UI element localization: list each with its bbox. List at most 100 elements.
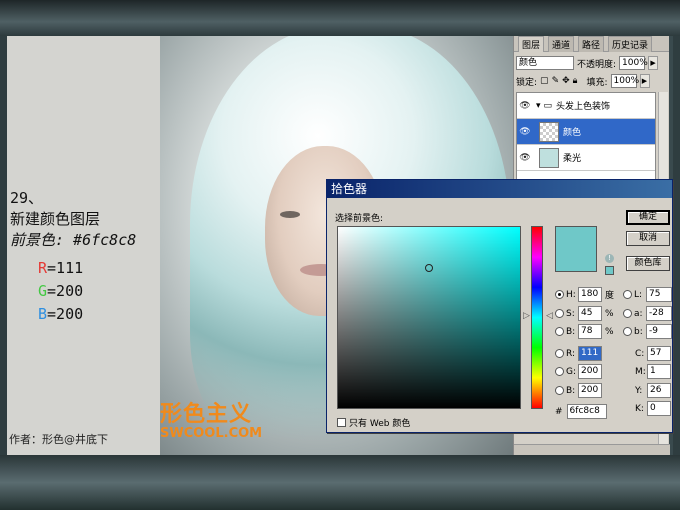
k-input[interactable]: 0 [647, 401, 671, 416]
s-input[interactable]: 45 [578, 306, 602, 321]
r-input[interactable]: 111 [578, 346, 602, 361]
layer-group-row[interactable]: 👁︎ ▾ ▭ 头发上色装饰 [517, 93, 655, 119]
opacity-arrow-icon[interactable]: ▶ [648, 56, 659, 70]
h-radio[interactable] [555, 290, 564, 299]
g-value: =200 [47, 282, 84, 300]
section-label: 选择前景色: [335, 214, 384, 224]
r-row: R: 111 [555, 346, 602, 361]
blend-mode-select[interactable]: 颜色 [516, 56, 574, 70]
layers-bottom-toolbar [514, 444, 670, 455]
tab-paths[interactable]: 路径 [578, 35, 605, 52]
gamut-warning-icon[interactable]: ! [605, 254, 614, 263]
hex-row: # 6fc8c8 [555, 404, 607, 419]
tab-channels[interactable]: 通道 [548, 35, 575, 52]
blend-row: 颜色 不透明度: 100% ▶ [516, 56, 659, 70]
left-eye [280, 211, 300, 218]
g-input[interactable]: 200 [578, 364, 602, 379]
layer-thumbnail [539, 121, 559, 142]
b-row: B: 78 % [555, 324, 615, 339]
watermark-logo: 形色主义 SWCOOL.COM [160, 402, 263, 441]
blue-input[interactable]: 200 [578, 383, 602, 398]
lock-all-icon[interactable]: 🔒︎ [573, 76, 578, 86]
b-radio[interactable] [555, 327, 564, 336]
lab-b-input[interactable]: -9 [646, 324, 672, 339]
bottom-frame [0, 455, 680, 510]
fill-label: 填充: [586, 77, 608, 88]
hue-slider[interactable] [531, 226, 543, 409]
m-input[interactable]: 1 [647, 364, 671, 379]
h-row: H: 180 度 [555, 287, 615, 302]
step-title: 新建颜色图层 [10, 210, 101, 228]
lock-row: 锁定: ▢ ✎ ✥ 🔒︎ 填充: 100% ▶ [516, 74, 650, 88]
color-marker-icon[interactable] [425, 264, 433, 272]
c-input[interactable]: 57 [647, 346, 671, 361]
top-frame [0, 0, 680, 36]
a-input[interactable]: -28 [646, 306, 672, 321]
b-letter: B [38, 305, 48, 323]
lab-b-row: b: -9 [623, 324, 672, 339]
visibility-eye-icon[interactable]: 👁︎ [517, 153, 533, 163]
dialog-title[interactable]: 拾色器 [327, 180, 672, 198]
hue-slider-right-arrow-icon[interactable]: ◁ [546, 311, 553, 321]
visibility-eye-icon[interactable]: 👁︎ [517, 101, 533, 111]
blue-radio[interactable] [555, 386, 564, 395]
fill-arrow-icon[interactable]: ▶ [639, 74, 650, 88]
blue-value-line: B=200 [38, 305, 83, 323]
h-input[interactable]: 180 [578, 287, 602, 302]
y-input[interactable]: 26 [647, 383, 671, 398]
tutorial-step: 29、 新建颜色图层 前景色: #6fc8c8 [10, 188, 136, 251]
lock-transparency-icon[interactable]: ▢ [540, 76, 549, 86]
right-frame [673, 36, 680, 456]
left-frame [0, 36, 7, 456]
layer-thumbnail [539, 147, 559, 168]
hex-label: # [555, 406, 563, 417]
g-row: G: 200 [555, 364, 602, 379]
ok-button[interactable]: 确定 [626, 210, 670, 225]
k-row: K: 0 [635, 401, 671, 416]
layer-name: 柔光 [563, 154, 582, 164]
author-credit: 作者：形色@井底下 [9, 433, 108, 446]
s-radio[interactable] [555, 309, 564, 318]
hue-slider-left-arrow-icon[interactable]: ▷ [523, 311, 530, 321]
fill-input[interactable]: 100% [610, 74, 639, 88]
tab-layers[interactable]: 图层 [518, 35, 545, 52]
color-libraries-button[interactable]: 颜色库 [626, 256, 670, 271]
l-input[interactable]: 75 [646, 287, 672, 302]
g-radio[interactable] [555, 367, 564, 376]
tab-history[interactable]: 历史记录 [608, 35, 653, 52]
lock-move-icon[interactable]: ✥ [562, 76, 570, 86]
cancel-button[interactable]: 取消 [626, 231, 670, 246]
web-only-label: 只有 Web 颜色 [349, 419, 411, 429]
r-value: =111 [47, 259, 84, 277]
lab-b-radio[interactable] [623, 327, 632, 336]
b-value: =200 [47, 305, 84, 323]
l-radio[interactable] [623, 290, 632, 299]
a-radio[interactable] [623, 309, 632, 318]
web-safe-swatch[interactable] [605, 266, 614, 275]
layer-name: 头发上色装饰 [556, 102, 611, 112]
m-row: M: 1 [635, 364, 671, 379]
r-radio[interactable] [555, 349, 564, 358]
saturation-brightness-field[interactable] [337, 226, 521, 409]
opacity-label: 不透明度: [577, 59, 617, 70]
red-value-line: R=111 [38, 259, 83, 277]
c-row: C: 57 [635, 346, 671, 361]
foreground-color-label: 前景色: #6fc8c8 [10, 231, 137, 249]
web-only-row: 只有 Web 颜色 [337, 416, 410, 429]
color-picker-dialog: 拾色器 选择前景色: ▷ ◁ ! 确定 取消 颜色库 H: 180 度 S: 4… [326, 179, 673, 433]
layer-row[interactable]: 👁︎ 柔光 [517, 145, 655, 171]
panel-tabs: 图层 通道 路径 历史记录 [514, 35, 669, 52]
green-value-line: G=200 [38, 282, 83, 300]
web-only-checkbox[interactable] [337, 418, 346, 427]
a-row: a: -28 [623, 306, 672, 321]
visibility-eye-icon[interactable]: 👁︎ [517, 127, 533, 137]
blue-row: B: 200 [555, 383, 602, 398]
hex-input[interactable]: 6fc8c8 [566, 404, 607, 419]
step-number: 29、 [10, 189, 44, 207]
lock-paint-icon[interactable]: ✎ [552, 76, 560, 86]
opacity-input[interactable]: 100% [619, 56, 648, 70]
layer-row-selected[interactable]: 👁︎ 颜色 [517, 119, 655, 145]
group-expand-icon[interactable]: ▾ [536, 101, 541, 111]
brightness-input[interactable]: 78 [578, 324, 602, 339]
s-row: S: 45 % [555, 306, 615, 321]
